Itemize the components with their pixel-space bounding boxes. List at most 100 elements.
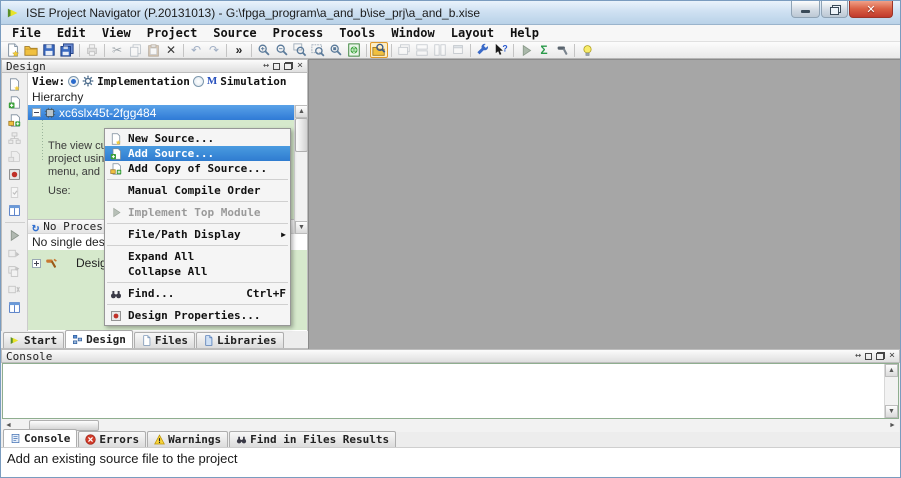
sigma-icon[interactable]: Σ xyxy=(535,42,553,58)
strip-rerun-all-icon[interactable] xyxy=(6,263,24,279)
strip-snapshot-icon[interactable] xyxy=(6,166,24,182)
lightbulb-icon[interactable] xyxy=(578,42,596,58)
menu-view[interactable]: View xyxy=(94,25,139,41)
strip-library-icon[interactable] xyxy=(6,148,24,164)
console-output[interactable]: ▲ ▼ xyxy=(2,363,899,419)
scroll-up-icon[interactable]: ▲ xyxy=(295,105,308,118)
zoom-in-icon[interactable] xyxy=(255,42,273,58)
menu-item-design-properties[interactable]: Design Properties... xyxy=(105,308,290,323)
undo-icon[interactable]: ↶ xyxy=(187,42,205,58)
strip-add-copy-source-icon[interactable] xyxy=(6,112,24,128)
redo-icon[interactable]: ↷ xyxy=(205,42,223,58)
process-tree-row[interactable]: Design xyxy=(32,256,113,270)
strip-columns-icon[interactable] xyxy=(6,202,24,218)
print-icon[interactable] xyxy=(83,42,101,58)
refresh-processes-icon[interactable]: ↻ xyxy=(32,221,39,233)
panel-close-icon[interactable]: × xyxy=(297,61,303,71)
open-folder-icon[interactable] xyxy=(22,42,40,58)
tab-design[interactable]: Design xyxy=(65,330,133,348)
strip-stop-icon[interactable] xyxy=(6,281,24,297)
scroll-down-icon[interactable]: ▼ xyxy=(295,221,308,234)
copy-icon[interactable] xyxy=(126,42,144,58)
menu-edit[interactable]: Edit xyxy=(49,25,94,41)
tile-horizontal-icon[interactable] xyxy=(413,42,431,58)
panel-float-icon[interactable]: ↔ xyxy=(263,61,269,71)
cut-icon[interactable]: ✂ xyxy=(108,42,126,58)
run-icon[interactable] xyxy=(517,42,535,58)
menu-item-new-source[interactable]: New Source... xyxy=(105,131,290,146)
close-button[interactable]: ✕ xyxy=(849,1,893,18)
zoom-out-icon[interactable] xyxy=(273,42,291,58)
panel-maximize-icon[interactable] xyxy=(272,62,280,70)
delete-icon[interactable]: ✕ xyxy=(162,42,180,58)
tab-start[interactable]: Start xyxy=(3,332,65,348)
menu-item-add-copy-of-source[interactable]: Add Copy of Source... xyxy=(105,161,290,176)
overflow-chevron-icon[interactable]: » xyxy=(230,42,248,58)
menu-item-add-source[interactable]: Add Source... xyxy=(105,146,290,161)
menu-item-implement-top-module[interactable]: Implement Top Module xyxy=(105,205,290,220)
tab-errors[interactable]: Errors xyxy=(78,431,147,447)
close-window-icon[interactable] xyxy=(449,42,467,58)
panel-restore-icon[interactable] xyxy=(283,62,293,70)
menu-help[interactable]: Help xyxy=(502,25,547,41)
menu-tools[interactable]: Tools xyxy=(331,25,383,41)
tab-console[interactable]: Console xyxy=(3,429,78,447)
tile-vertical-icon[interactable] xyxy=(431,42,449,58)
panel-restore-icon[interactable] xyxy=(875,352,885,360)
strip-run-process-icon[interactable] xyxy=(6,227,24,243)
titlebar[interactable]: ISE Project Navigator (P.20131013) - G:\… xyxy=(1,1,900,25)
menu-item-file-path-display[interactable]: File/Path Display ▶ xyxy=(105,227,290,242)
menu-layout[interactable]: Layout xyxy=(443,25,502,41)
simulation-radio[interactable] xyxy=(192,75,204,87)
panel-close-icon[interactable]: × xyxy=(889,351,895,361)
device-tree-row[interactable]: xc6slx45t-2fgg484 xyxy=(28,105,294,120)
panel-float-icon[interactable]: ↔ xyxy=(855,351,861,361)
restore-button[interactable] xyxy=(821,1,848,18)
scroll-thumb[interactable] xyxy=(295,118,308,152)
tab-libraries[interactable]: Libraries xyxy=(196,332,284,348)
cascade-windows-icon[interactable] xyxy=(395,42,413,58)
strip-check-icon[interactable] xyxy=(6,184,24,200)
minimize-button[interactable] xyxy=(791,1,820,18)
menu-process[interactable]: Process xyxy=(265,25,332,41)
menu-window[interactable]: Window xyxy=(383,25,442,41)
save-all-icon[interactable] xyxy=(58,42,76,58)
zoom-fit-icon[interactable] xyxy=(309,42,327,58)
scroll-up-icon[interactable]: ▲ xyxy=(885,364,898,377)
tab-find-in-files[interactable]: Find in Files Results xyxy=(229,431,397,447)
tab-files[interactable]: Files xyxy=(133,332,195,348)
html-report-icon[interactable] xyxy=(345,42,363,58)
pan-view-icon[interactable] xyxy=(370,42,388,58)
strip-process-columns-icon[interactable] xyxy=(6,299,24,315)
menu-item-manual-compile-order[interactable]: Manual Compile Order xyxy=(105,183,290,198)
strip-new-source-icon[interactable] xyxy=(6,76,24,92)
menu-project[interactable]: Project xyxy=(139,25,206,41)
strip-add-source-icon[interactable] xyxy=(6,94,24,110)
expand-expander-icon[interactable] xyxy=(32,258,41,268)
hierarchy-scrollbar[interactable]: ▲ ▼ xyxy=(294,105,308,234)
console-vscrollbar[interactable]: ▲ ▼ xyxy=(884,364,898,418)
zoom-box-icon[interactable] xyxy=(291,42,309,58)
tab-warnings[interactable]: Warnings xyxy=(147,431,229,447)
implementation-label[interactable]: Implementation xyxy=(97,75,190,88)
strip-hierarchy-icon[interactable] xyxy=(6,130,24,146)
implement-tool-icon[interactable] xyxy=(553,42,571,58)
scroll-down-icon[interactable]: ▼ xyxy=(885,405,898,418)
paste-icon[interactable] xyxy=(144,42,162,58)
menu-item-find[interactable]: Find... Ctrl+F xyxy=(105,286,290,301)
menu-file[interactable]: File xyxy=(4,25,49,41)
simulation-label[interactable]: Simulation xyxy=(220,75,286,88)
menu-item-expand-all[interactable]: Expand All xyxy=(105,249,290,264)
strip-rerun-icon[interactable] xyxy=(6,245,24,261)
zoom-full-icon[interactable] xyxy=(327,42,345,58)
new-document-icon[interactable] xyxy=(4,42,22,58)
collapse-expander-icon[interactable] xyxy=(32,108,41,117)
wrench-icon[interactable] xyxy=(474,42,492,58)
scroll-right-icon[interactable]: ► xyxy=(886,419,899,432)
panel-maximize-icon[interactable] xyxy=(864,352,872,360)
menu-item-collapse-all[interactable]: Collapse All xyxy=(105,264,290,279)
menu-source[interactable]: Source xyxy=(205,25,264,41)
help-pointer-icon[interactable]: ? xyxy=(492,42,510,58)
save-icon[interactable] xyxy=(40,42,58,58)
implementation-radio[interactable] xyxy=(68,75,80,87)
